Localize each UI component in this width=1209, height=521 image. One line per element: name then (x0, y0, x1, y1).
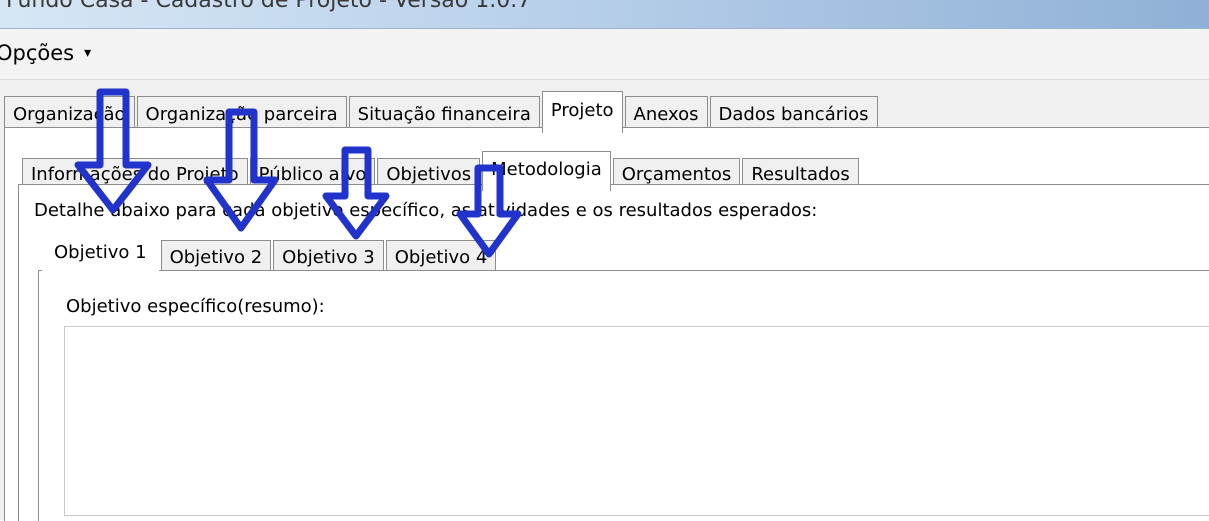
instruction-text: Detalhe abaixo para cada objetivo especí… (34, 200, 818, 221)
tab-objetivo-1[interactable]: Objetivo 1 (42, 235, 159, 275)
tab-objetivo-4[interactable]: Objetivo 4 (385, 240, 497, 274)
tab-metodologia[interactable]: Metodologia (482, 151, 611, 191)
main-tab-strip: Organização Organização parceira Situaçã… (4, 91, 880, 133)
tab-projeto[interactable]: Projeto (541, 91, 623, 133)
tab-objetivo-2[interactable]: Objetivo 2 (160, 240, 272, 274)
window-title: Fundo Casa - Cadastro de Projeto - Versã… (6, 0, 532, 13)
window-title-bar: Fundo Casa - Cadastro de Projeto - Versã… (0, 0, 1209, 29)
menu-bar: Opções ▾ (0, 29, 1209, 80)
dropdown-arrow-icon: ▾ (84, 45, 92, 61)
objective-summary-label: Objetivo específico(resumo): (66, 296, 325, 317)
options-menu-label: Opções (0, 41, 75, 65)
tab-objetivo-3[interactable]: Objetivo 3 (273, 240, 384, 274)
objective-summary-textarea[interactable] (64, 326, 1209, 516)
options-menu[interactable]: Opções ▾ (0, 41, 91, 69)
objective-tab-strip: Objetivo 1 Objetivo 2 Objetivo 3 Objetiv… (42, 235, 498, 275)
